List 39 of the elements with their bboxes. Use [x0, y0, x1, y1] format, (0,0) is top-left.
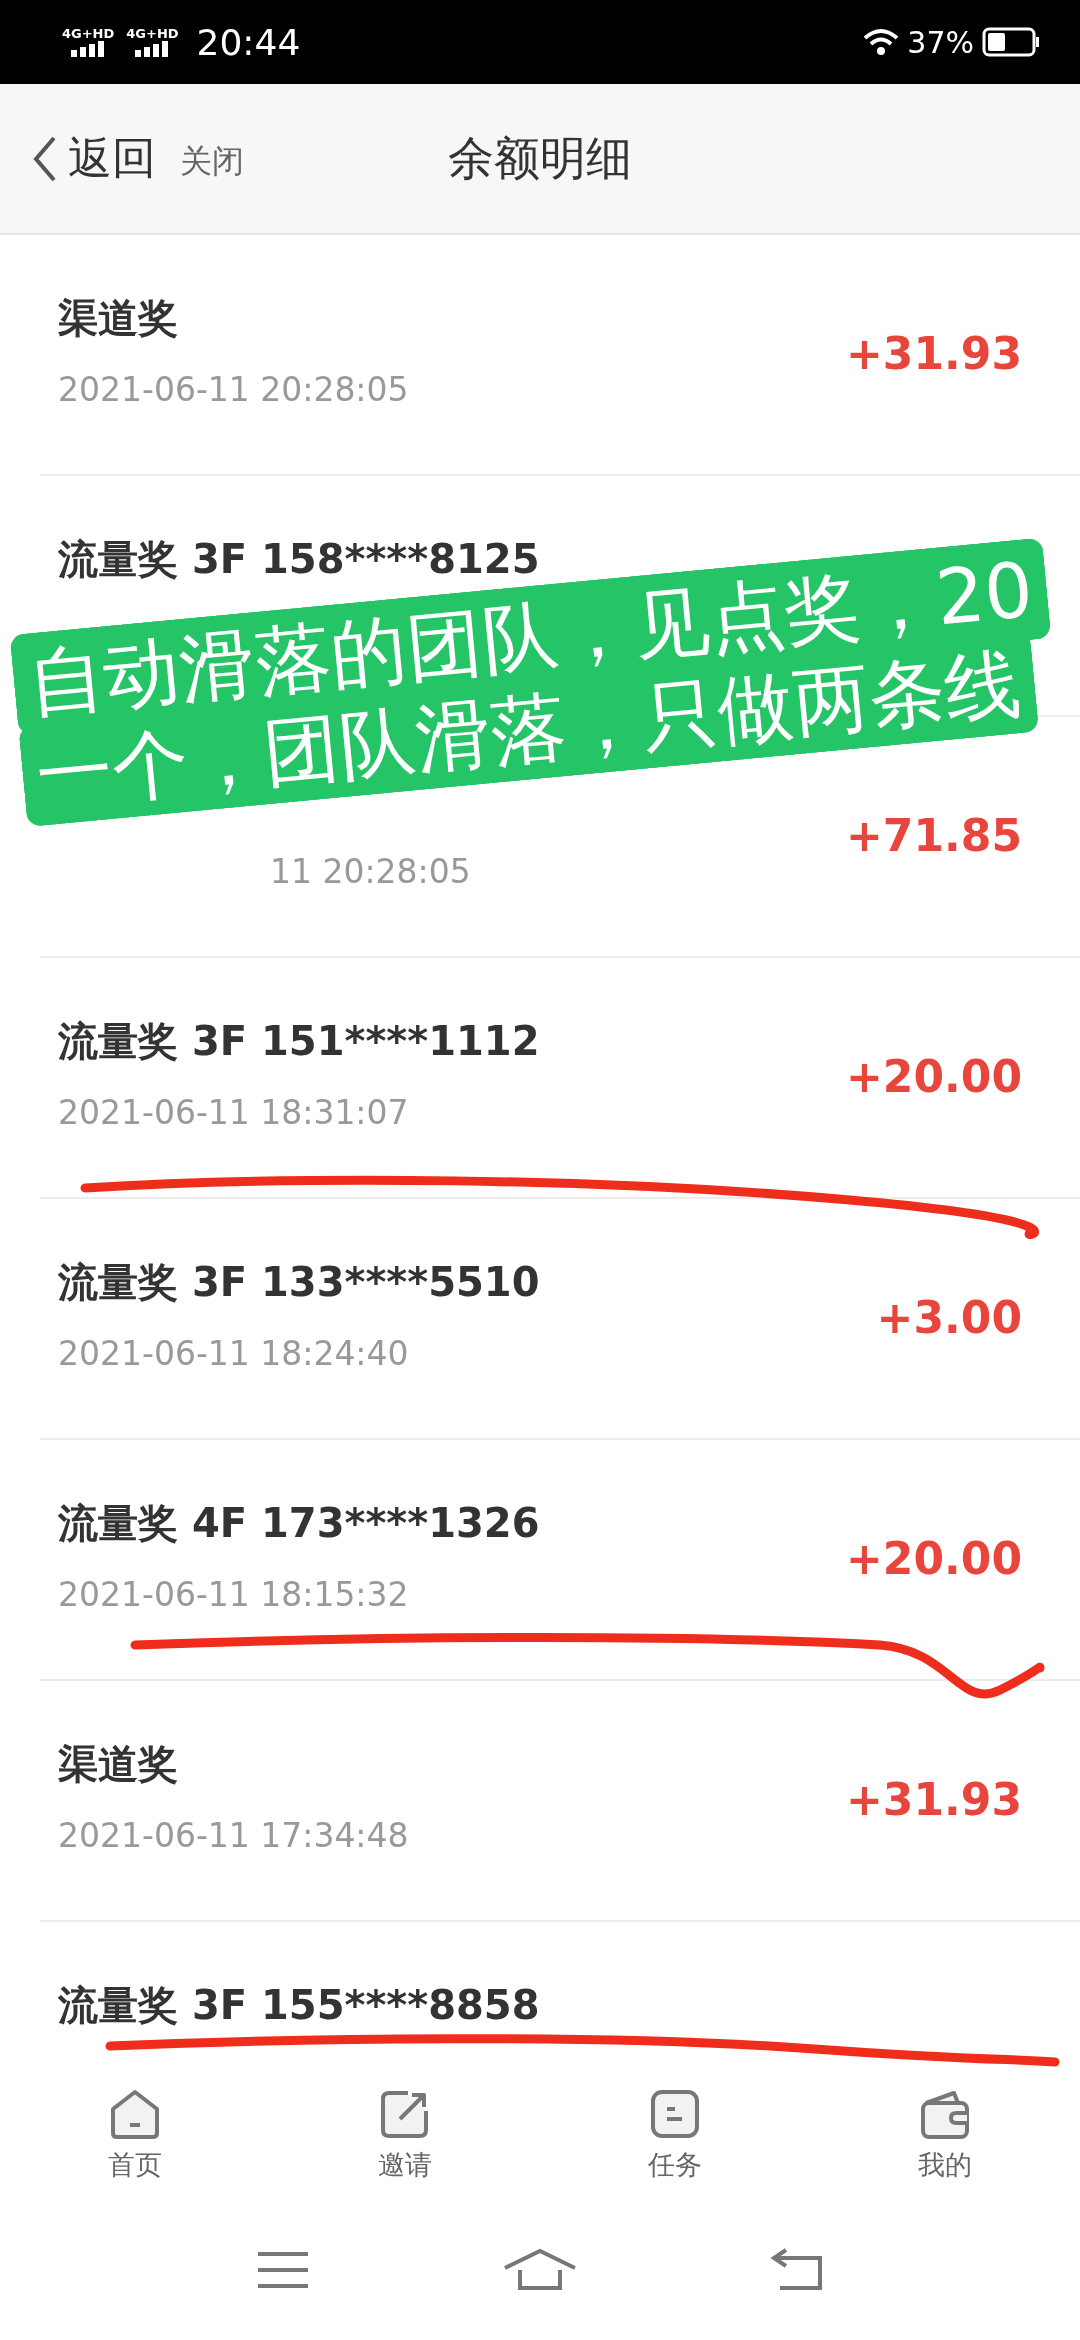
back-button[interactable]: 返回 [32, 129, 156, 188]
page-title: 余额明细 [448, 129, 632, 187]
back-icon[interactable] [769, 2248, 824, 2292]
record-amount: +31.93 [845, 332, 1022, 376]
record-date: 2021-06-11 18:15:32 [58, 1578, 410, 1611]
network-label: 4G+HD [126, 27, 179, 41]
clock: 20:44 [196, 21, 301, 63]
record-amount: +31.93 [845, 1778, 1022, 1822]
tab-item[interactable]: 任务 [575, 2087, 775, 2183]
close-button[interactable]: 关闭 [180, 139, 244, 184]
menu-icon[interactable] [256, 2250, 311, 2290]
battery-icon [982, 27, 1040, 57]
record-date: 2021-06-11 18:31:07 [58, 1096, 410, 1129]
record-title: 流量奖 3F 158****8125 [58, 539, 540, 579]
home-icon[interactable] [503, 2248, 577, 2292]
tab-item[interactable]: 首页 [35, 2087, 235, 2183]
record-date: 11 20:28:05 [270, 855, 471, 888]
signal-icon [71, 41, 106, 57]
record-amount: +20.00 [845, 1537, 1022, 1581]
house-icon [108, 2087, 162, 2141]
record-amount: +3.00 [876, 1296, 1022, 1340]
record-title: 流量奖 3F 133****5510 [58, 1262, 540, 1302]
back-chevron-icon [32, 134, 58, 183]
record-date: 2021-06-11 17:34:48 [58, 1819, 409, 1852]
record-title: 流量奖 3F 155****8858 [58, 1985, 540, 2025]
network-label: 4G+HD [62, 27, 115, 41]
record-date: 2021-06-11 20:28:05 [58, 373, 409, 406]
battery-percent: 37% [907, 24, 974, 60]
record-title: 渠道奖 [58, 298, 179, 338]
tab-item[interactable]: 我的 [845, 2087, 1045, 2183]
record-date: 2021-06-11 18:24:40 [58, 1337, 410, 1370]
tab-item[interactable]: 邀请 [305, 2087, 505, 2183]
wifi-icon [863, 28, 900, 56]
signal-icon [135, 41, 170, 57]
note-icon [648, 2087, 702, 2141]
record-title: 流量奖 4F 173****1326 [58, 1503, 540, 1543]
record-amount: +20.00 [845, 1055, 1022, 1099]
record-title: 流量奖 3F 151****1112 [58, 1021, 540, 1061]
record-title: 渠道奖 [58, 1744, 179, 1784]
